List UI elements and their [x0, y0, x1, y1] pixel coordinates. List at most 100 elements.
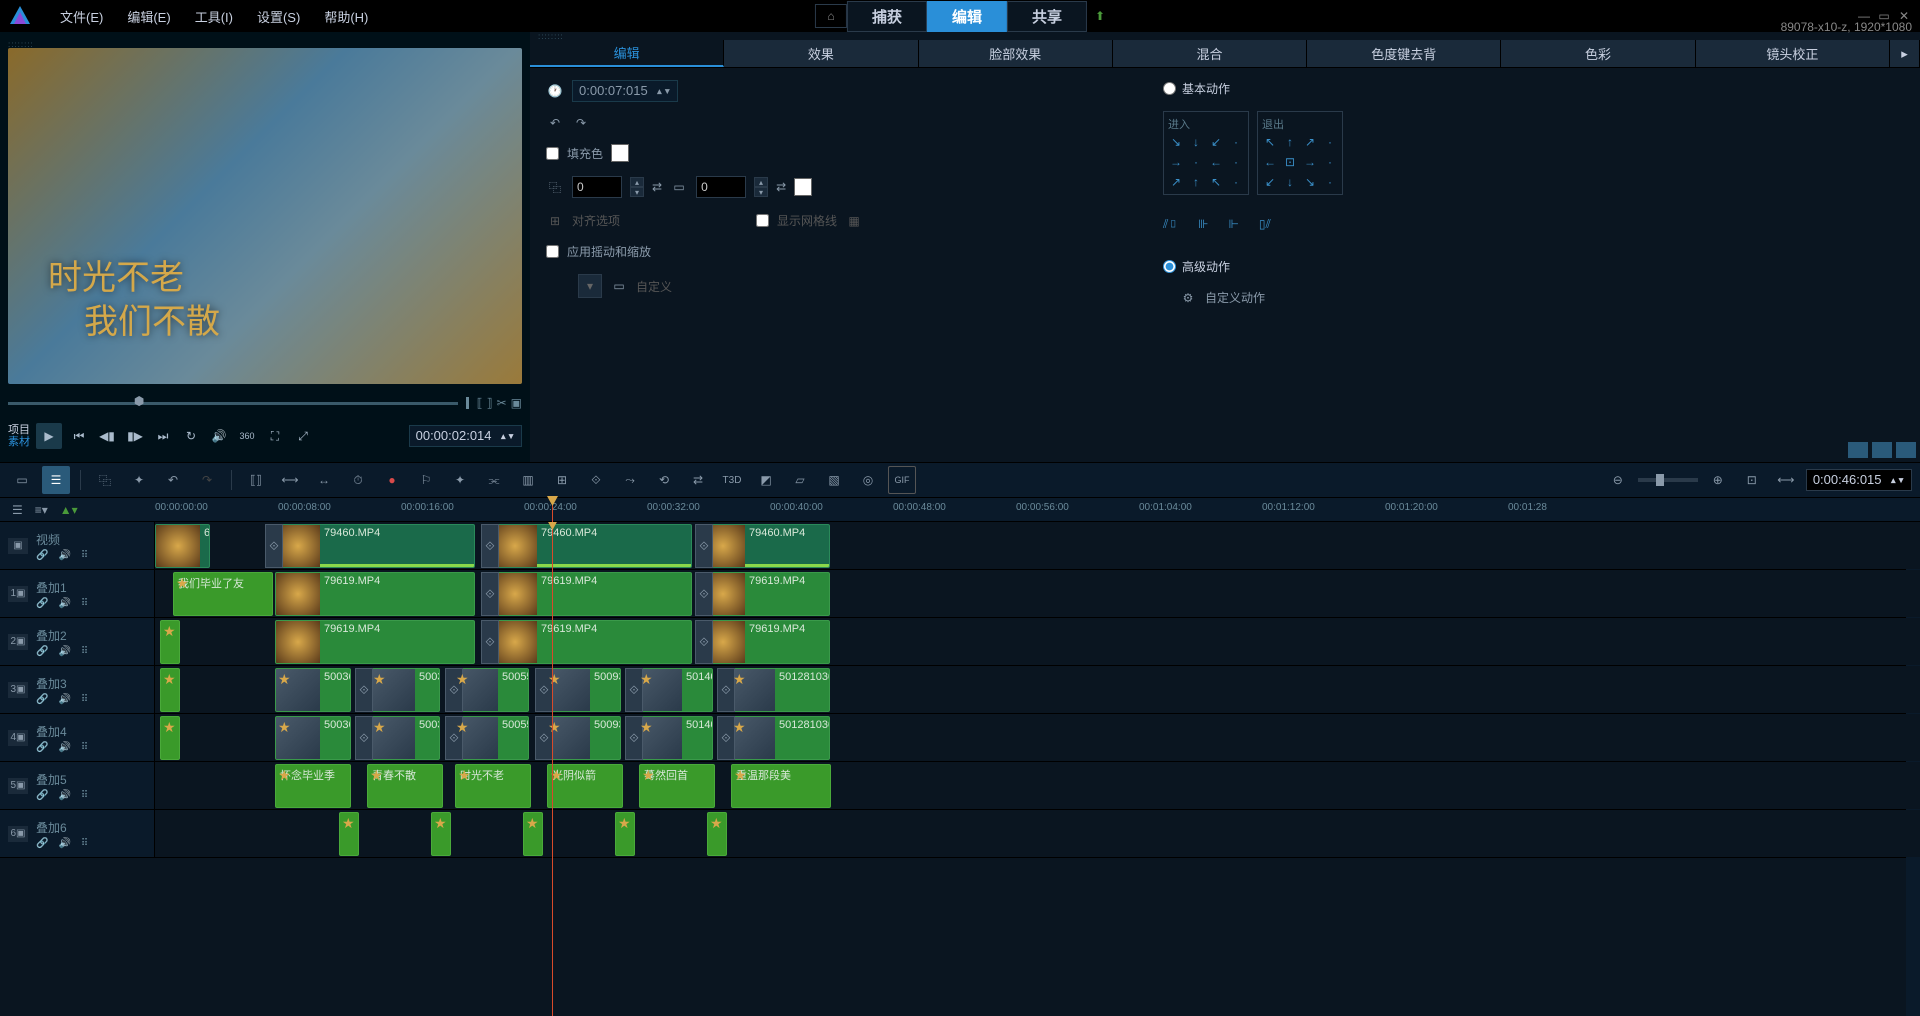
tab-capture[interactable]: 捕获	[847, 1, 927, 32]
layout-2[interactable]	[1872, 442, 1892, 458]
dir-e[interactable]: ←	[1208, 154, 1224, 170]
motion-icon-3[interactable]: ⊩	[1228, 217, 1238, 232]
link-icon[interactable]: 🔗	[36, 742, 48, 753]
track-header[interactable]: 5▣ 叠加5 🔗 🔊 ⠿	[0, 762, 155, 809]
clip[interactable]: ★我们毕业了友	[173, 572, 273, 616]
tool-reverse[interactable]: ⟲	[650, 466, 678, 494]
mute-icon[interactable]: 🔊	[58, 694, 70, 705]
color2-swatch[interactable]	[794, 178, 812, 196]
menu-file[interactable]: 文件(E)	[48, 7, 115, 26]
transition[interactable]: ⟐	[265, 524, 283, 568]
clip[interactable]: ★	[339, 812, 359, 856]
custom-motion-label[interactable]: 自定义动作	[1205, 289, 1265, 306]
dir-x[interactable]: ·	[1228, 134, 1244, 150]
layout-1[interactable]	[1848, 442, 1868, 458]
dir-n[interactable]: ↓	[1188, 134, 1204, 150]
zoom-in-button[interactable]: ⊕	[1704, 466, 1732, 494]
track-content[interactable]: ★79619.MP479619.MP479619.MP4⟐⟐	[155, 618, 1920, 665]
scrub-track[interactable]: ⬢	[8, 402, 458, 405]
track-header[interactable]: 6▣ 叠加6 🔗 🔊 ⠿	[0, 810, 155, 857]
undo-icon[interactable]: ↶	[546, 116, 564, 130]
mute-icon[interactable]: 🔊	[58, 742, 70, 753]
undo-button[interactable]: ↶	[159, 466, 187, 494]
tool-2[interactable]: ✦	[125, 466, 153, 494]
tool-scroll[interactable]: ⇄	[684, 466, 712, 494]
clip[interactable]: ★500557	[453, 716, 529, 760]
dir-nw[interactable]: ↖	[1262, 134, 1278, 150]
ruler-menu-2[interactable]: ≡▾	[35, 503, 48, 517]
storyboard-view[interactable]: ▭	[8, 466, 36, 494]
dir-x2[interactable]: ·	[1322, 154, 1338, 170]
clip[interactable]: 79619.MP4	[275, 620, 475, 664]
clip[interactable]: 79619.MP4	[700, 620, 830, 664]
editor-tab-more[interactable]: ▸	[1890, 40, 1920, 67]
clip[interactable]: ★蓦然回首	[639, 764, 715, 808]
fillcolor-checkbox[interactable]	[546, 147, 559, 160]
clip[interactable]: ★50035	[370, 716, 440, 760]
lock-icon[interactable]: ⠿	[81, 694, 88, 705]
clip[interactable]: ★50035	[370, 668, 440, 712]
panel-timecode[interactable]: 0:00:07:015 ▴▾	[572, 80, 678, 102]
transition[interactable]: ⟐	[695, 524, 713, 568]
link-icon[interactable]: 🔗	[36, 598, 48, 609]
track-content[interactable]: ★我们毕业了友79619.MP479619.MP479619.MP4⟐⟐	[155, 570, 1920, 617]
panel-grip[interactable]: ::::::::	[8, 40, 522, 48]
transition[interactable]: ⟐	[481, 620, 499, 664]
goto-end-button[interactable]: ⏭	[152, 425, 174, 447]
expand-button[interactable]: ⤢	[292, 425, 314, 447]
ruler-menu-1[interactable]: ☰	[12, 503, 23, 517]
preview-video[interactable]: 时光不老 我们不散	[8, 48, 522, 384]
track-header[interactable]: ▣ 视频 🔗 🔊 ⠿	[0, 522, 155, 569]
clip[interactable]: ★	[431, 812, 451, 856]
dir-ne[interactable]: ↗	[1302, 134, 1318, 150]
clip[interactable]: ★501407	[637, 716, 713, 760]
panel-grip[interactable]: ::::::::	[530, 32, 1920, 40]
menu-tools[interactable]: 工具(I)	[183, 7, 245, 26]
tool-1[interactable]: ⿻	[91, 466, 119, 494]
tool-group[interactable]: ▥	[514, 466, 542, 494]
mode-clip[interactable]: 素材	[8, 436, 30, 448]
link-icon[interactable]: 🔗	[36, 694, 48, 705]
dir-x2[interactable]: ·	[1228, 154, 1244, 170]
num2-spinner[interactable]: ▴▾	[754, 177, 768, 197]
clip[interactable]: ★500360	[275, 716, 351, 760]
num2-field[interactable]: 0	[696, 176, 746, 198]
clip[interactable]: ★501281030	[730, 716, 830, 760]
lock-icon[interactable]: ⠿	[81, 838, 88, 849]
num1-field[interactable]: 0	[572, 176, 622, 198]
dir-x3[interactable]: ·	[1228, 174, 1244, 190]
track-header[interactable]: 3▣ 叠加3 🔗 🔊 ⠿	[0, 666, 155, 713]
transition[interactable]: ⟐	[481, 572, 499, 616]
lock2-icon[interactable]: ⇄	[776, 180, 786, 194]
motion-icon-1[interactable]: ⫽▯	[1163, 217, 1178, 232]
lock-icon[interactable]: ⠿	[81, 550, 88, 561]
clip[interactable]: 79619.MP4	[492, 620, 692, 664]
fullscreen-button[interactable]: ⛶	[264, 425, 286, 447]
fillcolor-swatch[interactable]	[611, 144, 629, 162]
clip[interactable]: ★青春不散	[367, 764, 443, 808]
clip[interactable]: 66289.mp4	[155, 524, 210, 568]
clip[interactable]: ★	[160, 620, 180, 664]
loop-button[interactable]: ↻	[180, 425, 202, 447]
mute-icon[interactable]: 🔊	[58, 838, 70, 849]
tool-multitrim[interactable]: ⟐	[582, 466, 610, 494]
clip[interactable]: ★	[160, 668, 180, 712]
editor-tab-blend[interactable]: 混合	[1113, 40, 1307, 67]
clip[interactable]: ★500930	[545, 716, 621, 760]
panzoom-checkbox[interactable]	[546, 245, 559, 258]
mute-button[interactable]: 🔊	[208, 425, 230, 447]
transition[interactable]: ⟐	[695, 572, 713, 616]
redo-icon[interactable]: ↷	[572, 116, 590, 130]
dir-se[interactable]: ↘	[1302, 174, 1318, 190]
dir-sw[interactable]: ↗	[1168, 174, 1184, 190]
tool-link[interactable]: ⫘	[480, 466, 508, 494]
editor-tab-chroma[interactable]: 色度键去背	[1307, 40, 1501, 67]
mute-icon[interactable]: 🔊	[58, 790, 70, 801]
track-content[interactable]: ★★★★★	[155, 810, 1920, 857]
rotate-button[interactable]: 360	[236, 425, 258, 447]
transition[interactable]: ⟐	[355, 716, 373, 760]
markout-icon[interactable]: ⟧	[487, 396, 493, 410]
clip[interactable]: 79619.MP4	[492, 572, 692, 616]
tool-grid[interactable]: ⊞	[548, 466, 576, 494]
transition[interactable]: ⟐	[355, 668, 373, 712]
